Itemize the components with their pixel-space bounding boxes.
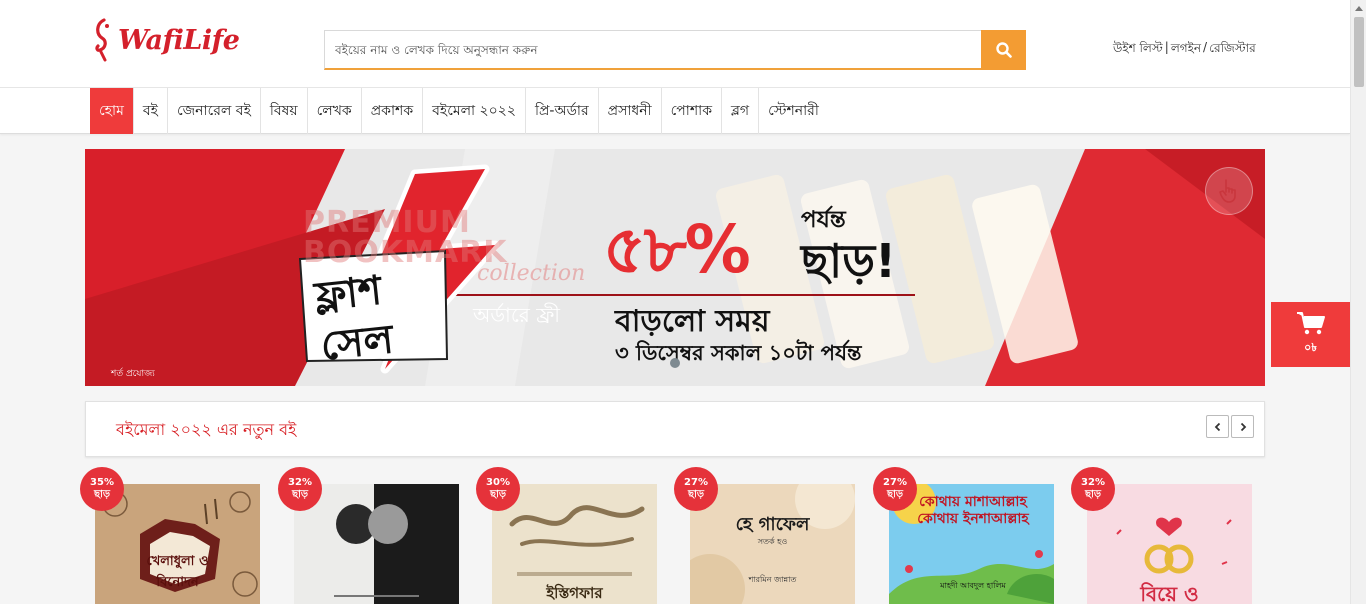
discount-percent: 27%	[883, 477, 907, 488]
discount-label: ছাড়	[687, 489, 705, 500]
page: WafiLife উইশ লিস্ট | লগইন / রেজিস্টার হো…	[0, 0, 1366, 604]
book-cover-subtitle: সতর্ক হও	[757, 537, 788, 546]
banner-deadline-text: ৩ ডিসেম্বর সকাল ১০টা পর্যন্ত	[615, 341, 862, 365]
banner-collection-text: collection	[477, 261, 586, 286]
discount-label: ছাড়	[886, 489, 904, 500]
login-link[interactable]: লগইন	[1171, 40, 1201, 60]
book-cover-title: কোথায় মাশাআল্লাহ কোথায় ইনশাআল্লাহ	[917, 494, 1029, 527]
search-input[interactable]	[324, 30, 981, 70]
nav-item-subjects[interactable]: বিষয়	[261, 88, 308, 134]
nav-item-blog[interactable]: ব্লগ	[722, 88, 760, 134]
cart-icon	[1296, 312, 1325, 335]
scroll-up-button[interactable]	[1351, 0, 1366, 16]
discount-badge: 30% ছাড়	[476, 467, 520, 511]
book-card[interactable]: খেলাধুলা ও বিনোদন	[95, 484, 260, 604]
nav-item-general-books[interactable]: জেনারেল বই	[168, 88, 261, 134]
book-cover-author: মাহদী আবদুল হালিম	[940, 581, 1006, 590]
book-card[interactable]	[294, 484, 459, 604]
flash-sale-banner[interactable]: PREMIUM BOOKMARK collection ৫৮% পর্যন্ত …	[85, 149, 1265, 386]
nav-item-cosmetics[interactable]: প্রসাধনী	[599, 88, 662, 134]
site-header: WafiLife উইশ লিস্ট | লগইন / রেজিস্টার	[0, 0, 1350, 88]
section-title: বইমেলা ২০২২ এর নতুন বই	[116, 420, 297, 439]
nav-item-home[interactable]: হোম	[90, 88, 134, 134]
separator: /	[1203, 40, 1208, 54]
cart-total: ০৳	[1304, 341, 1317, 354]
search-form	[324, 30, 1026, 70]
banner-off-text: ছাড়!	[801, 234, 897, 288]
carousel-prev-button[interactable]	[1206, 415, 1229, 438]
floating-cart-button[interactable]: ০৳	[1271, 302, 1350, 367]
nav-item-pre-order[interactable]: প্রি-অর্ডার	[526, 88, 599, 134]
discount-label: ছাড়	[1084, 489, 1102, 500]
register-link[interactable]: রেজিস্টার	[1209, 40, 1256, 60]
nav-item-stationery[interactable]: স্টেশনারী	[759, 88, 828, 134]
nav-list: হোম বই জেনারেল বই বিষয় লেখক প্রকাশক বইম…	[90, 88, 828, 134]
main-nav: হোম বই জেনারেল বই বিষয় লেখক প্রকাশক বইম…	[0, 88, 1350, 134]
discount-label: ছাড়	[291, 489, 309, 500]
banner-sale-text: সেল	[318, 316, 396, 370]
separator: |	[1164, 40, 1169, 54]
book-cover-title: খেলাধুলা ও বিনোদন	[146, 554, 209, 590]
book-cover-title: ইস্তিগফার	[546, 584, 603, 602]
banner-free-delivery-text: অর্ডারে ফ্রী	[473, 303, 561, 327]
search-icon	[995, 42, 1012, 58]
carousel-next-button[interactable]	[1231, 415, 1254, 438]
discount-badge: 32% ছাড়	[1071, 467, 1115, 511]
chevron-left-icon	[1214, 422, 1220, 431]
chevron-right-icon	[1240, 422, 1246, 431]
site-logo[interactable]: WafiLife	[92, 18, 240, 62]
book-card[interactable]: বিয়ে ও	[1087, 484, 1252, 604]
discount-badge: 32% ছাড়	[278, 467, 322, 511]
book-cover-image	[294, 484, 459, 604]
wishlist-link[interactable]: উইশ লিস্ট	[1113, 40, 1163, 60]
discount-badge: 27% ছাড়	[873, 467, 917, 511]
discount-badge: 35% ছাড়	[80, 467, 124, 511]
slider-dot[interactable]	[670, 358, 680, 368]
book-card[interactable]: হে গাফেল সতর্ক হও শারমিন জান্নাত	[690, 484, 855, 604]
hand-pointer-badge	[1205, 167, 1253, 215]
nav-item-boimela-2022[interactable]: বইমেলা ২০২২	[423, 88, 526, 134]
banner-terms-text: শর্ত প্রযোজ্য	[111, 369, 155, 379]
discount-percent: 32%	[1081, 477, 1105, 488]
page-scrollbar[interactable]	[1350, 0, 1366, 604]
section-header: বইমেলা ২০২২ এর নতুন বই	[85, 401, 1265, 457]
nav-item-clothing[interactable]: পোশাক	[662, 88, 723, 134]
book-cover-title: বিয়ে ও	[1140, 582, 1199, 604]
logo-text: WafiLife	[118, 24, 240, 56]
book-card[interactable]: কোথায় মাশাআল্লাহ কোথায় ইনশাআল্লাহ মাহদ…	[889, 484, 1054, 604]
nav-item-books[interactable]: বই	[134, 88, 168, 134]
caret-up-icon	[1355, 6, 1363, 11]
account-links: উইশ লিস্ট | লগইন / রেজিস্টার	[1113, 40, 1256, 60]
discount-badge: 27% ছাড়	[674, 467, 718, 511]
search-button[interactable]	[981, 30, 1026, 70]
discount-percent: 27%	[684, 477, 708, 488]
nav-item-authors[interactable]: লেখক	[308, 88, 362, 134]
discount-percent: 35%	[90, 477, 114, 488]
book-card[interactable]: ইস্তিগফার	[492, 484, 657, 604]
logo-mark-icon	[95, 18, 109, 62]
hand-pointer-icon	[1219, 179, 1236, 203]
discount-label: ছাড়	[489, 489, 507, 500]
scroll-thumb[interactable]	[1354, 17, 1364, 87]
book-cover-author: শারমিন জান্নাত	[748, 575, 797, 584]
discount-percent: 30%	[486, 477, 510, 488]
discount-label: ছাড়	[93, 489, 111, 500]
nav-item-publishers[interactable]: প্রকাশক	[362, 88, 424, 134]
discount-percent: 32%	[288, 477, 312, 488]
banner-discount-percent: ৫৮%	[603, 211, 751, 288]
